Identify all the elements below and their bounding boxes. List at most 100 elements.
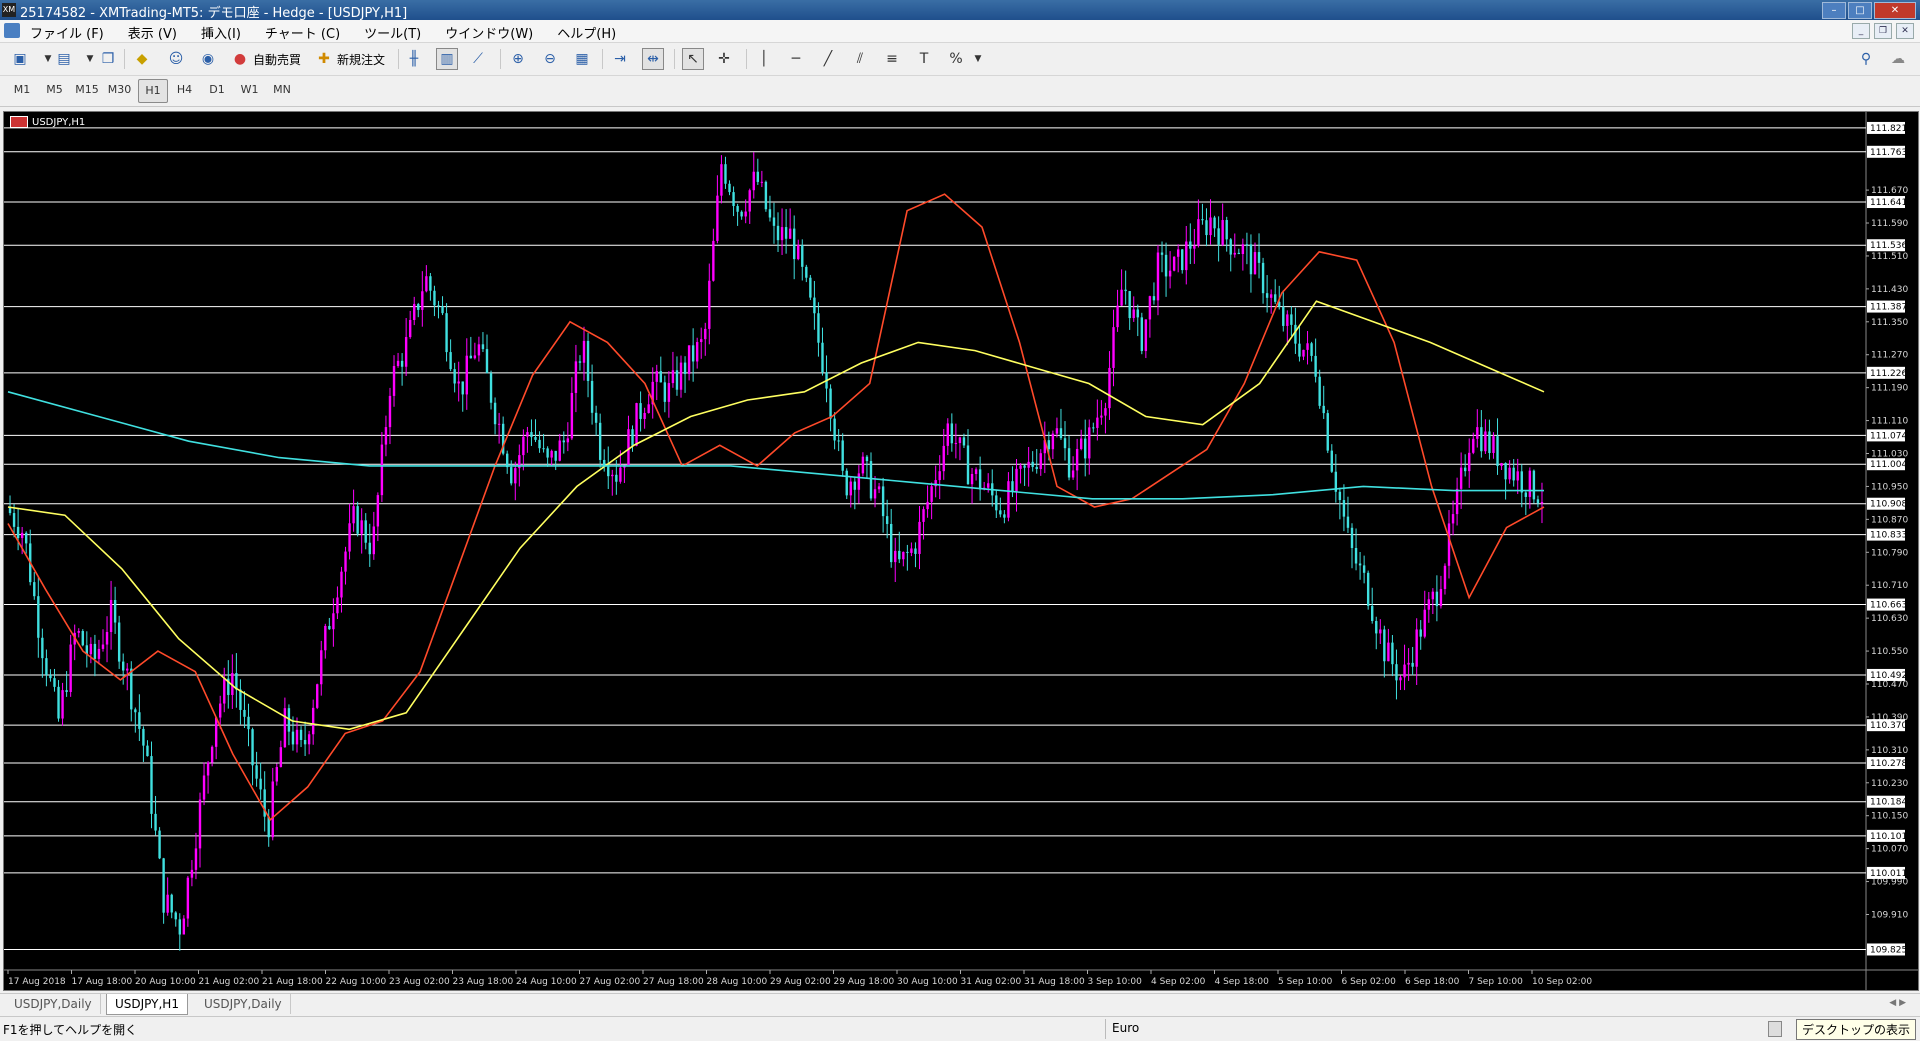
candle-body [619, 467, 622, 482]
shapes-button[interactable]: % [946, 48, 966, 70]
menu-item-2[interactable]: 挿入(I) [201, 23, 241, 42]
candle-body [1265, 293, 1269, 298]
menu-item-6[interactable]: ヘルプ(H) [557, 23, 616, 42]
profiles-button[interactable]: ▤ [54, 48, 74, 70]
time-tick-label: 23 Aug 02:00 [389, 977, 450, 987]
candle-body [1075, 448, 1079, 471]
toolbar-divider [674, 49, 675, 69]
candle-body [1088, 427, 1091, 459]
tab-scroll-arrows[interactable]: ◀ ▶ [1889, 998, 1906, 1008]
auto-trade-button[interactable]: ● 自動売買 [230, 48, 301, 70]
maximize-button[interactable]: □ [1848, 2, 1872, 19]
candle-body [635, 403, 638, 446]
candle-body [655, 371, 658, 382]
mdi-restore-button[interactable]: ❐ [1874, 23, 1892, 39]
timeframe-m30[interactable]: M30 [106, 79, 134, 101]
candle-body [146, 745, 149, 757]
mdi-close-button[interactable]: ✕ [1896, 23, 1914, 39]
shapes-dropdown[interactable]: ▼ [968, 48, 988, 70]
candle-body [1431, 591, 1435, 600]
candle-body [37, 596, 40, 638]
time-tick-label: 23 Aug 18:00 [453, 977, 514, 987]
chart-area[interactable]: 111.670 111.590 111.510 111.430 111.350 111.2… [3, 111, 1919, 991]
candle-body [16, 526, 20, 539]
text-button[interactable]: T [914, 48, 934, 70]
candlestick-button[interactable]: ▥ [436, 48, 458, 70]
minimize-button[interactable]: – [1822, 2, 1846, 19]
timeframe-m15[interactable]: M15 [73, 79, 101, 101]
candle-body [417, 303, 420, 310]
horizontal-line-button[interactable]: ─ [786, 48, 806, 70]
menu-item-0[interactable]: ファイル (F) [30, 23, 104, 42]
cursor-button[interactable]: ↖ [682, 48, 704, 70]
channel-button[interactable]: ⫽ [850, 48, 870, 70]
crosshair-button[interactable]: ✛ [714, 48, 734, 70]
chart-tab[interactable]: USDJPY,Daily [196, 994, 291, 1014]
candle-body [413, 303, 416, 320]
timeframe-m5[interactable]: M5 [41, 79, 69, 101]
chat-button[interactable]: ☁ [1888, 48, 1908, 70]
price-tick-label: 110.710 [1871, 581, 1908, 591]
zoom-out-button[interactable]: ⊖ [540, 48, 560, 70]
new-chart-button[interactable]: ▣ [10, 48, 30, 70]
chart-shift-button[interactable]: ⇹ [642, 48, 664, 70]
strategy-button[interactable]: ◆ [132, 48, 152, 70]
timeframe-d1[interactable]: D1 [203, 79, 231, 101]
signals-button[interactable]: ◉ [198, 48, 218, 70]
timeframe-h1[interactable]: H1 [138, 79, 168, 103]
bar-chart-icon: ╫ [409, 51, 419, 67]
community-button[interactable]: ☺ [166, 48, 186, 70]
candle-body [590, 380, 594, 413]
chart-tab[interactable]: USDJPY,H1 [106, 994, 188, 1015]
chart-window-icon[interactable] [4, 23, 20, 38]
candle-body [316, 684, 319, 708]
vertical-line-button[interactable]: │ [754, 48, 774, 70]
candle-body [841, 440, 844, 471]
menu-item-1[interactable]: 表示 (V) [128, 23, 177, 42]
line-chart-icon: ⟋ [473, 51, 483, 67]
zoom-out-icon: ⊖ [544, 51, 556, 67]
timeframe-m1[interactable]: M1 [8, 79, 36, 101]
candle-body [631, 429, 634, 446]
level-price-label: 109.825 [1870, 945, 1907, 955]
candle-body [732, 192, 735, 207]
candle-body [873, 489, 877, 499]
candle-body [41, 637, 44, 659]
mdi-minimize-button[interactable]: _ [1852, 23, 1870, 39]
candle-body [489, 373, 493, 403]
profiles-dropdown[interactable]: ▼ [80, 48, 100, 70]
candle-body [1035, 466, 1038, 470]
fibonacci-button[interactable]: ≡ [882, 48, 902, 70]
search-button[interactable]: ⚲ [1856, 48, 1876, 70]
show-desktop-icon[interactable] [1768, 1021, 1782, 1037]
menu-item-5[interactable]: ウインドウ(W) [445, 23, 533, 42]
line-chart-button[interactable]: ⟋ [468, 48, 488, 70]
bar-chart-button[interactable]: ╫ [404, 48, 424, 70]
close-button[interactable]: ✕ [1874, 2, 1916, 19]
candle-body [1387, 642, 1390, 662]
candle-body [817, 313, 820, 343]
chart-tab[interactable]: USDJPY,Daily [6, 994, 101, 1014]
candle-body [1358, 563, 1362, 566]
candle-body [987, 483, 990, 488]
menu-item-3[interactable]: チャート (C) [265, 23, 340, 42]
candle-body [526, 432, 529, 437]
tile-windows-button[interactable]: ▦ [572, 48, 592, 70]
market-watch-button[interactable]: ❐ [98, 48, 118, 70]
candle-body [408, 319, 412, 338]
timeframe-mn[interactable]: MN [268, 79, 296, 101]
candle-body [574, 361, 578, 393]
new-order-button[interactable]: ✚ 新規注文 [314, 48, 385, 70]
trend-line-button[interactable]: ╱ [818, 48, 838, 70]
auto-scroll-button[interactable]: ⇥ [610, 48, 630, 70]
candle-body [1306, 343, 1309, 350]
menu-item-4[interactable]: ツール(T) [364, 23, 421, 42]
timeframe-w1[interactable]: W1 [236, 79, 264, 101]
candle-body [352, 506, 355, 524]
candle-body [861, 456, 865, 474]
candle-body [801, 245, 804, 267]
timeframe-h4[interactable]: H4 [171, 79, 199, 101]
candle-body [877, 486, 881, 490]
candle-body [643, 412, 646, 419]
zoom-in-button[interactable]: ⊕ [508, 48, 528, 70]
